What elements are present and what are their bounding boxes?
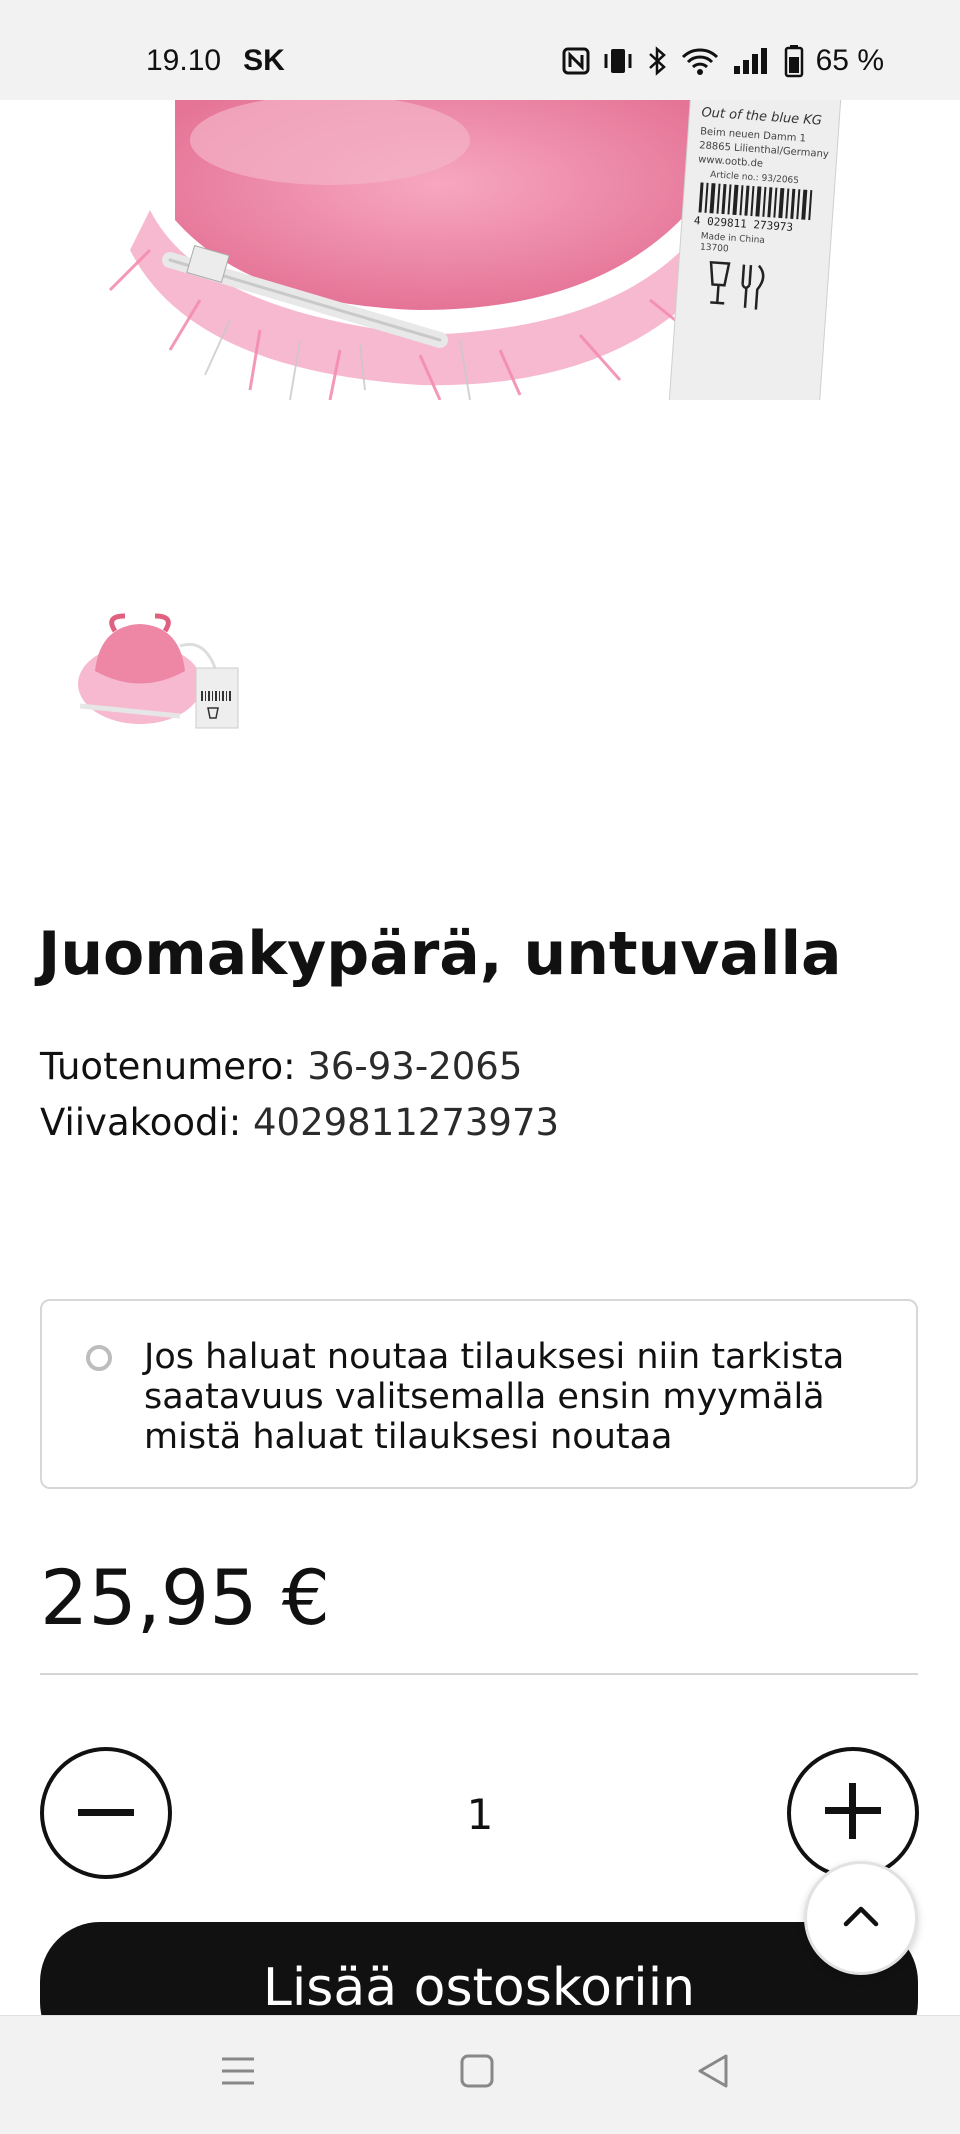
bluetooth-icon — [646, 46, 668, 76]
battery-icon — [784, 44, 804, 78]
quantity-value[interactable]: 1 — [440, 1790, 520, 1839]
product-price: 25,95 € — [40, 1553, 331, 1642]
minus-icon — [78, 1804, 134, 1823]
product-sku-row: Tuotenumero: 36-93-2065 — [40, 1043, 522, 1091]
vibrate-icon — [602, 46, 634, 76]
barcode-label: Viivakoodi: — [40, 1101, 242, 1144]
product-barcode-row: Viivakoodi: 4029811273973 — [40, 1099, 559, 1147]
sku-value: 36-93-2065 — [307, 1045, 523, 1088]
quantity-decrease-button[interactable] — [40, 1747, 172, 1879]
tag-code: 13700 — [700, 243, 730, 255]
battery-percent: 65 % — [815, 44, 884, 77]
product-image[interactable]: Out of the blue KG Beim neuen Damm 1 288… — [0, 100, 960, 400]
wifi-icon — [680, 46, 720, 76]
scroll-to-top-button[interactable] — [804, 1861, 918, 1975]
pickup-notice-text: Jos haluat noutaa tilauksesi niin tarkis… — [144, 1337, 845, 1457]
back-icon[interactable] — [695, 2053, 731, 2093]
chevron-up-icon — [842, 1904, 880, 1932]
status-bar: 19.10 SK 65 % — [0, 0, 960, 101]
status-icons: 65 % — [562, 44, 884, 78]
product-thumbnail[interactable] — [60, 596, 250, 736]
radio-icon[interactable] — [86, 1345, 112, 1371]
quantity-increase-button[interactable] — [787, 1747, 919, 1879]
menu-icon[interactable] — [220, 2053, 256, 2093]
home-icon[interactable] — [459, 2053, 495, 2093]
store-pickup-selector[interactable]: Jos haluat noutaa tilauksesi niin tarkis… — [40, 1299, 918, 1489]
plus-icon — [825, 1783, 881, 1843]
status-time: 19.10 — [146, 44, 222, 77]
product-title: Juomakypärä, untuvalla — [38, 919, 842, 989]
status-left: 19.10 SK — [146, 44, 285, 78]
system-navigation-bar — [0, 2015, 960, 2134]
nfc-icon — [562, 47, 590, 75]
divider — [40, 1673, 918, 1675]
sku-label: Tuotenumero: — [40, 1045, 296, 1088]
signal-icon — [732, 46, 772, 76]
carrier-label: SK — [243, 44, 285, 77]
barcode-value: 4029811273973 — [253, 1101, 560, 1144]
